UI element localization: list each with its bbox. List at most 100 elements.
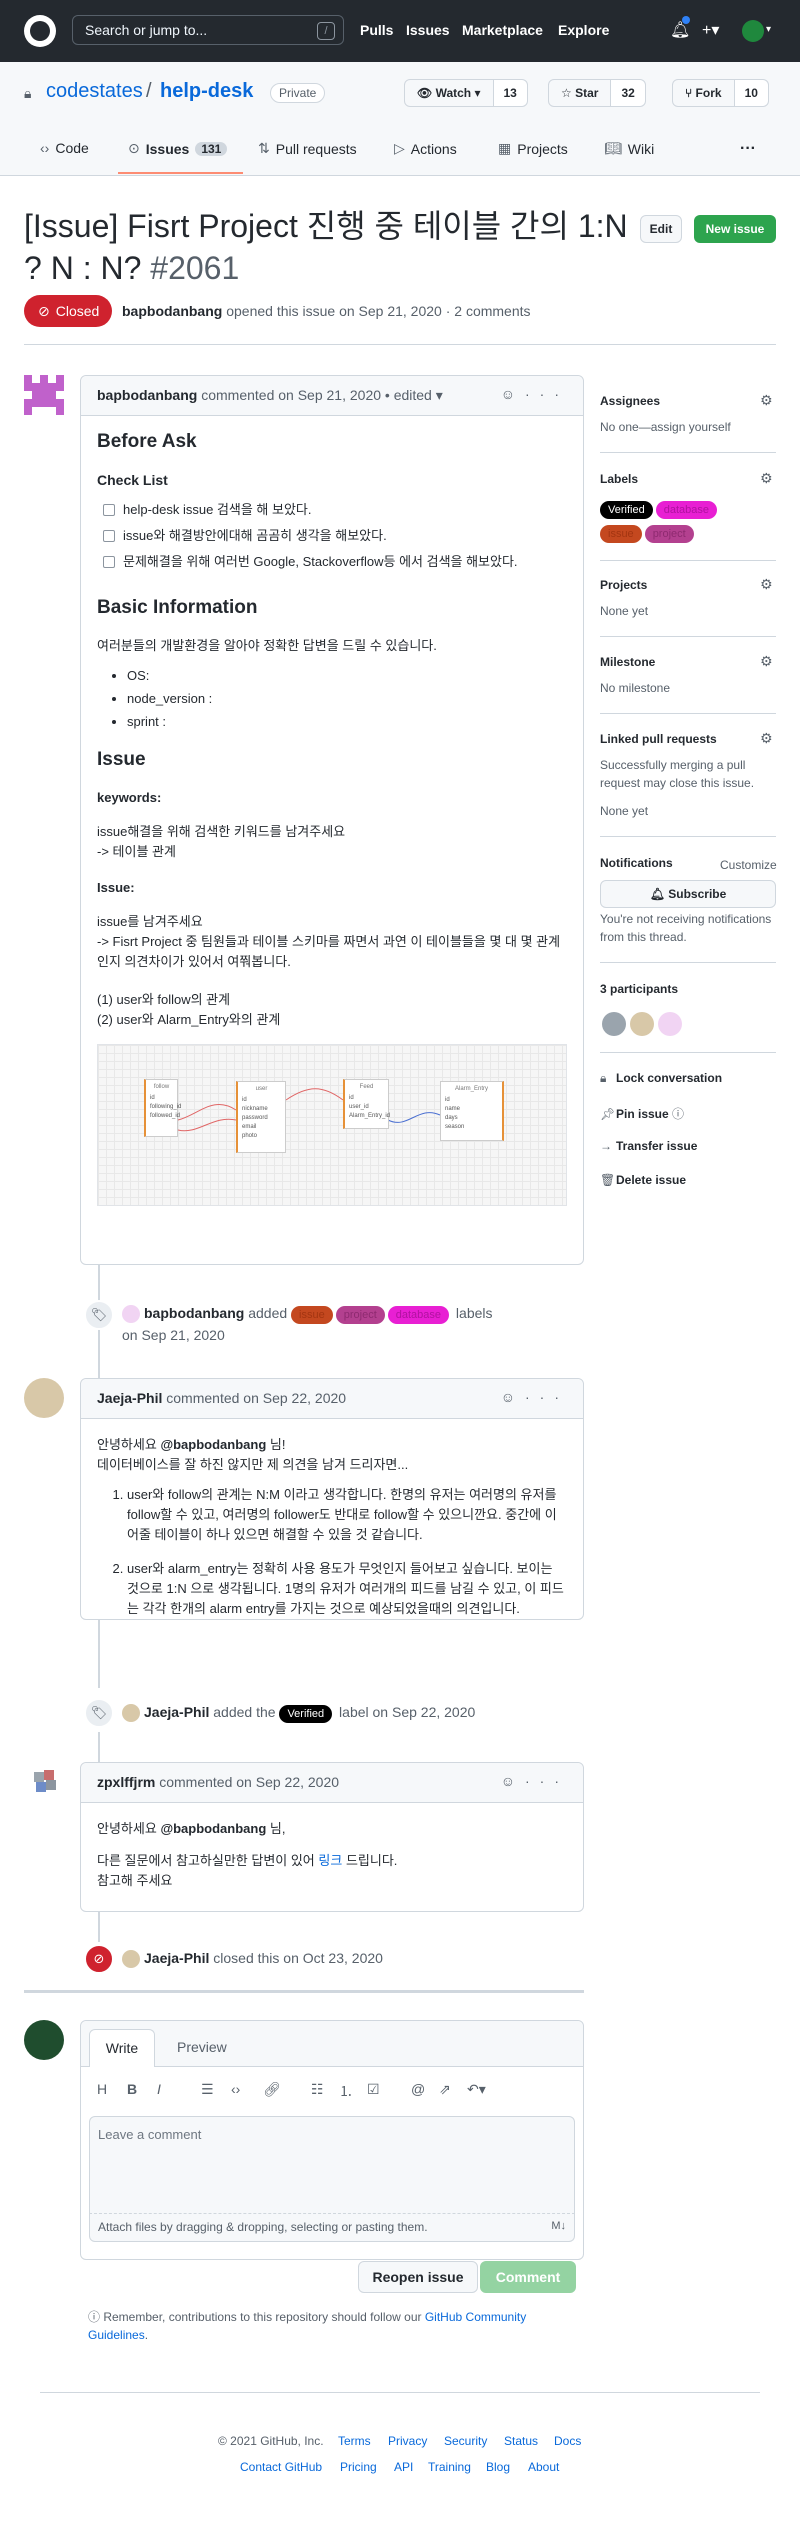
edit-title-button[interactable]: Edit <box>640 215 682 243</box>
link-icon[interactable]: 🔗︎ <box>263 2081 281 2098</box>
watch-count[interactable]: 13 <box>493 80 527 106</box>
code-icon[interactable]: ‹› <box>231 2081 240 2097</box>
more-menu-icon[interactable]: ··· <box>740 140 756 158</box>
tab-projects[interactable]: ▦ Projects <box>498 140 568 157</box>
gear-icon[interactable]: ⚙ <box>760 392 773 409</box>
avatar-jaeja-phil-small[interactable] <box>122 1950 140 1969</box>
footer-link-status[interactable]: Status <box>504 2434 538 2448</box>
pin-issue-link[interactable]: 📌︎Pin issue ⓘ <box>600 1105 684 1122</box>
participant-avatar[interactable] <box>658 1012 682 1036</box>
avatar-zpxlffjrm[interactable] <box>24 1762 64 1802</box>
watch-button[interactable]: 👁︎ Watch ▾ 13 <box>404 79 528 107</box>
kebab-menu-icon[interactable]: ··· <box>525 1773 569 1789</box>
label-database[interactable]: database <box>655 501 717 519</box>
footer-link-contact[interactable]: Contact GitHub <box>240 2460 322 2474</box>
sidebar-linked-title[interactable]: Linked pull requests <box>600 732 717 746</box>
comment-author[interactable]: bapbodanbang <box>97 387 197 403</box>
comment-author[interactable]: Jaeja-Phil <box>97 1390 162 1406</box>
comment-author[interactable]: zpxlffjrm <box>97 1774 155 1790</box>
sidebar-projects-title[interactable]: Projects <box>600 578 647 592</box>
repo-owner-link[interactable]: codestates <box>46 80 143 103</box>
unordered-list-icon[interactable]: ☷ <box>311 2081 324 2098</box>
fork-button[interactable]: ⑂ Fork 10 <box>672 79 769 107</box>
tab-actions[interactable]: ▷ Actions <box>394 140 457 157</box>
quote-icon[interactable]: ☰ <box>201 2081 214 2098</box>
tab-issues[interactable]: ⊙ Issues 131 <box>128 140 228 157</box>
label-database[interactable]: database <box>387 1306 450 1324</box>
footer-link-api[interactable]: API <box>394 2460 413 2474</box>
nav-pulls[interactable]: Pulls <box>360 22 393 38</box>
tab-pull-requests[interactable]: ⇅ Pull requests <box>258 140 357 157</box>
footer-link-security[interactable]: Security <box>444 2434 487 2448</box>
search-input[interactable]: Search or jump to... / <box>72 15 344 45</box>
task-checkbox[interactable] <box>103 530 115 542</box>
kebab-menu-icon[interactable]: ··· <box>525 386 569 402</box>
footer-link-terms[interactable]: Terms <box>338 2434 371 2448</box>
info-icon[interactable]: ⓘ <box>672 1107 684 1121</box>
footer-link-privacy[interactable]: Privacy <box>388 2434 427 2448</box>
smiley-icon[interactable]: ☺ <box>501 1389 525 1405</box>
event-actor[interactable]: bapbodanbang <box>144 1305 244 1321</box>
nav-issues[interactable]: Issues <box>406 22 450 38</box>
mention-icon[interactable]: @ <box>411 2081 425 2097</box>
attach-files-area[interactable]: Attach files by dragging & dropping, sel… <box>89 2214 575 2242</box>
task-checkbox[interactable] <box>103 504 115 516</box>
event-actor[interactable]: Jaeja-Phil <box>144 1950 209 1966</box>
tab-wiki[interactable]: 📖︎ Wiki <box>604 140 654 157</box>
smiley-icon[interactable]: ☺ <box>501 386 525 402</box>
participant-avatar[interactable] <box>602 1012 626 1036</box>
user-mention[interactable]: @bapbodanbang <box>160 1821 266 1836</box>
footer-link-docs[interactable]: Docs <box>554 2434 581 2448</box>
markdown-icon[interactable]: M↓ <box>551 2220 566 2232</box>
task-checkbox[interactable] <box>103 556 115 568</box>
footer-link-pricing[interactable]: Pricing <box>340 2460 377 2474</box>
repo-name-link[interactable]: help-desk <box>160 80 253 103</box>
sidebar-labels-title[interactable]: Labels <box>600 472 638 486</box>
gear-icon[interactable]: ⚙ <box>760 470 773 487</box>
user-avatar[interactable] <box>742 20 764 42</box>
plus-dropdown-icon[interactable]: +▾ <box>702 20 719 40</box>
label-verified[interactable]: Verified <box>600 501 653 519</box>
avatar-bapbodanbang[interactable] <box>24 375 64 415</box>
star-count[interactable]: 32 <box>611 80 645 106</box>
user-mention[interactable]: @bapbodanbang <box>160 1437 266 1452</box>
nav-marketplace[interactable]: Marketplace <box>462 22 543 38</box>
comment-textarea[interactable]: Leave a comment <box>89 2116 575 2214</box>
lock-conversation-link[interactable]: 🔒︎ Lock conversation <box>600 1071 722 1086</box>
task-list-icon[interactable]: ☑ <box>367 2081 380 2098</box>
star-button[interactable]: ☆ Star 32 <box>548 79 646 107</box>
ordered-list-icon[interactable]: ⒈ <box>339 2081 353 2101</box>
gear-icon[interactable]: ⚙ <box>760 576 773 593</box>
italic-icon[interactable]: I <box>157 2081 161 2097</box>
footer-link-blog[interactable]: Blog <box>486 2460 510 2474</box>
tab-preview[interactable]: Preview <box>177 2039 227 2055</box>
reopen-issue-button[interactable]: Reopen issue <box>358 2261 478 2293</box>
delete-issue-link[interactable]: 🗑︎Delete issue <box>600 1173 686 1187</box>
reply-icon[interactable]: ↶▾ <box>467 2081 486 2098</box>
gear-icon[interactable]: ⚙ <box>760 653 773 670</box>
gear-icon[interactable]: ⚙ <box>760 730 773 747</box>
avatar-bapbodanbang-small[interactable] <box>122 1305 140 1324</box>
heading-icon[interactable]: H <box>97 2081 107 2097</box>
footer-link-about[interactable]: About <box>528 2460 559 2474</box>
avatar-jaeja-phil[interactable] <box>24 1378 64 1418</box>
sidebar-milestone-title[interactable]: Milestone <box>600 655 655 669</box>
participant-avatar[interactable] <box>630 1012 654 1036</box>
erd-diagram-image[interactable]: follow id following_id followed_id user … <box>97 1044 567 1206</box>
customize-link[interactable]: Customize <box>720 856 777 874</box>
label-verified[interactable]: Verified <box>279 1705 333 1723</box>
sidebar-assignees-title[interactable]: Assignees <box>600 394 660 408</box>
chevron-down-icon[interactable]: ▾ <box>766 24 771 35</box>
avatar-current-user[interactable] <box>24 2020 64 2060</box>
comment-button[interactable]: Comment <box>480 2261 576 2293</box>
label-issue[interactable]: issue <box>600 525 642 543</box>
avatar-jaeja-phil-small[interactable] <box>122 1704 140 1723</box>
label-project[interactable]: project <box>335 1306 385 1324</box>
nav-explore[interactable]: Explore <box>558 22 609 38</box>
kebab-menu-icon[interactable]: ··· <box>525 1389 569 1405</box>
smiley-icon[interactable]: ☺ <box>501 1773 525 1789</box>
event-date[interactable]: on Sep 21, 2020 <box>122 1327 225 1343</box>
issue-author-link[interactable]: bapbodanbang <box>122 303 222 319</box>
bold-icon[interactable]: B <box>127 2081 137 2097</box>
github-logo-icon[interactable] <box>24 15 56 47</box>
